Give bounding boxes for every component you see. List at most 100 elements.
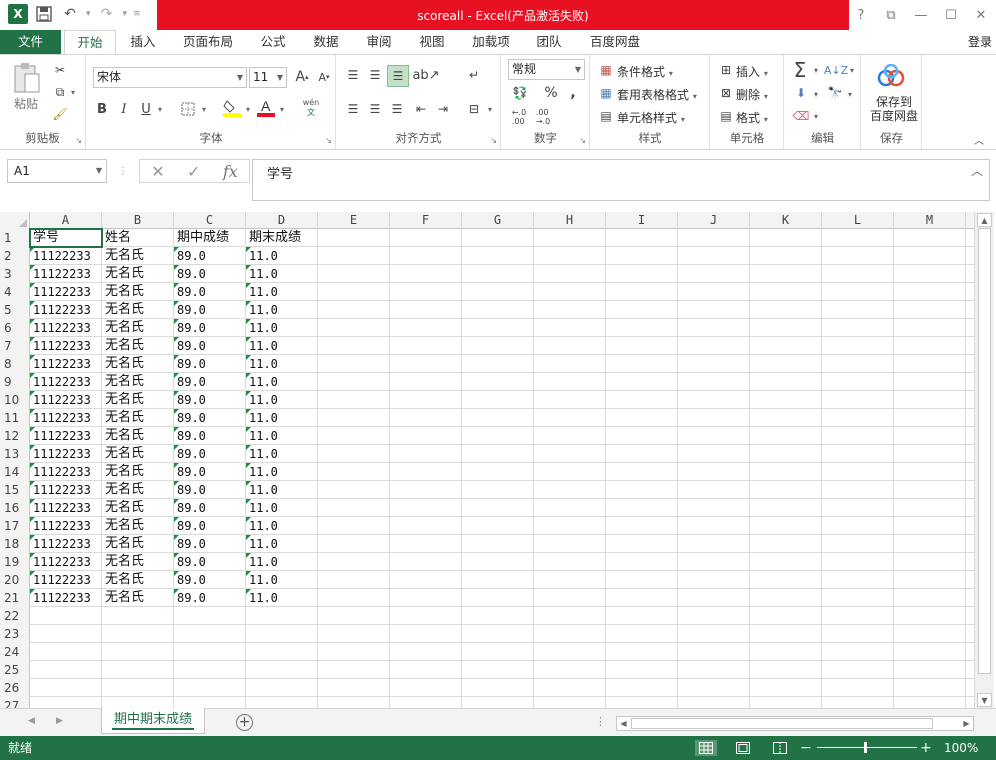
row-header[interactable]: 26 bbox=[0, 679, 30, 697]
row-header[interactable]: 23 bbox=[0, 625, 30, 643]
cell[interactable] bbox=[606, 409, 678, 427]
find-dropdown-icon[interactable]: ▾ bbox=[845, 85, 855, 103]
column-header[interactable]: I bbox=[606, 212, 678, 229]
cell[interactable] bbox=[462, 463, 534, 481]
paste-icon[interactable] bbox=[10, 61, 44, 95]
cell[interactable] bbox=[606, 535, 678, 553]
cell[interactable]: 89.0 bbox=[174, 427, 246, 445]
cell[interactable] bbox=[894, 643, 966, 661]
cell[interactable]: 11.0 bbox=[246, 571, 318, 589]
increase-decimal-icon[interactable]: ←.0.00 bbox=[508, 107, 530, 127]
cell[interactable] bbox=[462, 337, 534, 355]
fill-dropdown-icon[interactable]: ▾ bbox=[811, 85, 821, 103]
cell[interactable] bbox=[246, 697, 318, 708]
cell[interactable] bbox=[534, 607, 606, 625]
cell[interactable] bbox=[606, 589, 678, 607]
undo-icon[interactable]: ↶ bbox=[60, 4, 80, 24]
cell[interactable] bbox=[390, 661, 462, 679]
insert-cells-icon[interactable]: ⊞ bbox=[717, 61, 735, 79]
number-launcher-icon[interactable]: ↘ bbox=[579, 136, 586, 145]
cell[interactable] bbox=[390, 697, 462, 708]
baidu-cloud-icon[interactable] bbox=[876, 63, 906, 89]
cell[interactable] bbox=[534, 301, 606, 319]
cell[interactable] bbox=[606, 445, 678, 463]
cell[interactable] bbox=[174, 625, 246, 643]
row-header[interactable]: 5 bbox=[0, 301, 30, 319]
row-header[interactable]: 2 bbox=[0, 247, 30, 265]
row-header[interactable]: 8 bbox=[0, 355, 30, 373]
cell[interactable] bbox=[30, 661, 102, 679]
cell[interactable] bbox=[30, 697, 102, 708]
cell[interactable]: 无名氏 bbox=[102, 409, 174, 427]
cell[interactable] bbox=[318, 391, 390, 409]
cell[interactable] bbox=[678, 535, 750, 553]
cell[interactable] bbox=[678, 427, 750, 445]
formula-input[interactable]: 学号 ︿ bbox=[252, 159, 990, 201]
column-header[interactable]: F bbox=[390, 212, 462, 229]
cell[interactable] bbox=[750, 463, 822, 481]
cell[interactable] bbox=[678, 607, 750, 625]
italic-button[interactable]: I bbox=[117, 99, 131, 119]
cell[interactable] bbox=[462, 517, 534, 535]
cell[interactable] bbox=[606, 697, 678, 708]
page-layout-view-icon[interactable] bbox=[732, 740, 754, 756]
cell[interactable] bbox=[246, 625, 318, 643]
cell[interactable] bbox=[462, 625, 534, 643]
cell[interactable] bbox=[534, 283, 606, 301]
cell[interactable] bbox=[750, 445, 822, 463]
cell[interactable]: 11122233 bbox=[30, 445, 102, 463]
cell[interactable] bbox=[102, 625, 174, 643]
cell[interactable] bbox=[318, 697, 390, 708]
cell[interactable] bbox=[822, 319, 894, 337]
cell[interactable] bbox=[678, 283, 750, 301]
cell[interactable] bbox=[678, 229, 750, 247]
cell[interactable]: 89.0 bbox=[174, 355, 246, 373]
cell[interactable] bbox=[678, 553, 750, 571]
cell[interactable] bbox=[822, 607, 894, 625]
cell[interactable] bbox=[606, 319, 678, 337]
prev-sheet-icon[interactable]: ◀ bbox=[28, 716, 35, 726]
cell[interactable] bbox=[678, 517, 750, 535]
cancel-icon[interactable]: ✕ bbox=[151, 162, 164, 181]
tab-insert[interactable]: 插入 bbox=[122, 30, 164, 54]
tab-review[interactable]: 审阅 bbox=[358, 30, 400, 54]
cell[interactable]: 89.0 bbox=[174, 445, 246, 463]
cell[interactable]: 11.0 bbox=[246, 265, 318, 283]
decrease-indent-icon[interactable]: ⇤ bbox=[411, 99, 431, 119]
cell[interactable] bbox=[750, 301, 822, 319]
clear-dropdown-icon[interactable]: ▾ bbox=[811, 107, 821, 125]
zoom-level[interactable]: 100% bbox=[944, 736, 978, 760]
cell[interactable] bbox=[894, 607, 966, 625]
cell[interactable] bbox=[822, 643, 894, 661]
cell[interactable]: 11122233 bbox=[30, 247, 102, 265]
cell[interactable] bbox=[750, 679, 822, 697]
cell[interactable]: 89.0 bbox=[174, 265, 246, 283]
cell[interactable] bbox=[390, 409, 462, 427]
cell[interactable] bbox=[318, 517, 390, 535]
cell[interactable]: 11.0 bbox=[246, 337, 318, 355]
row-header[interactable]: 21 bbox=[0, 589, 30, 607]
cell[interactable]: 无名氏 bbox=[102, 247, 174, 265]
cell[interactable] bbox=[174, 661, 246, 679]
cell[interactable] bbox=[894, 589, 966, 607]
cell[interactable] bbox=[30, 679, 102, 697]
cell[interactable]: 89.0 bbox=[174, 337, 246, 355]
row-header[interactable]: 22 bbox=[0, 607, 30, 625]
merge-dropdown-icon[interactable]: ▾ bbox=[485, 99, 495, 119]
cell[interactable]: 89.0 bbox=[174, 553, 246, 571]
cell[interactable] bbox=[462, 589, 534, 607]
cell[interactable] bbox=[606, 643, 678, 661]
cell[interactable] bbox=[390, 283, 462, 301]
cell[interactable] bbox=[318, 265, 390, 283]
row-header[interactable]: 13 bbox=[0, 445, 30, 463]
cell[interactable]: 89.0 bbox=[174, 373, 246, 391]
row-header[interactable]: 3 bbox=[0, 265, 30, 283]
cell[interactable] bbox=[174, 607, 246, 625]
cell[interactable] bbox=[534, 319, 606, 337]
cell[interactable] bbox=[678, 247, 750, 265]
cell[interactable] bbox=[822, 337, 894, 355]
cell[interactable] bbox=[534, 481, 606, 499]
cell[interactable] bbox=[534, 643, 606, 661]
cell[interactable]: 姓名 bbox=[102, 229, 174, 247]
cell[interactable] bbox=[606, 337, 678, 355]
